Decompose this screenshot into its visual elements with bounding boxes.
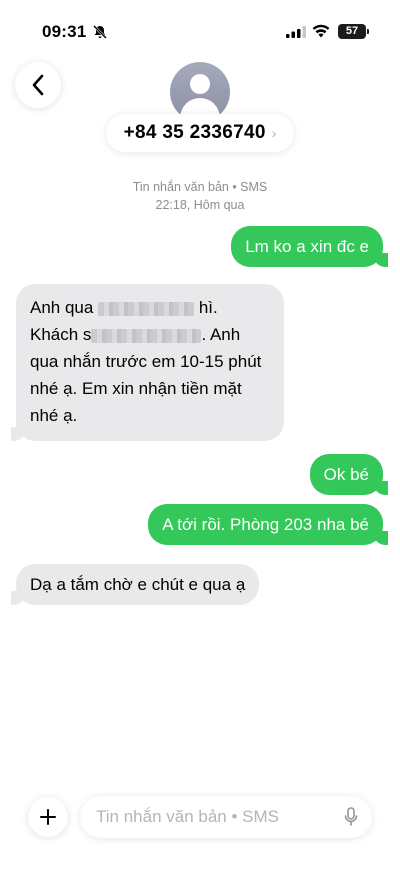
battery-icon: 57 [338, 24, 369, 39]
message-text: hì. [198, 298, 218, 317]
message-bubble-outgoing[interactable]: A tới rồi. Phòng 203 nha bé [148, 504, 388, 545]
contact-avatar-icon[interactable] [170, 62, 230, 122]
message-type-label: Tin nhắn văn bản • SMS [132, 180, 268, 194]
message-bubble-outgoing[interactable]: Lm ko a xin đc e [231, 226, 388, 267]
mic-icon[interactable] [344, 807, 358, 827]
plus-icon [40, 809, 56, 825]
redacted-text [91, 328, 202, 343]
signal-icon [286, 26, 306, 38]
back-button[interactable] [15, 62, 61, 108]
back-chevron-icon [32, 74, 44, 96]
message-bubble-incoming[interactable]: Anh qua hì. Khách s. Anh qua nhắn trước … [11, 284, 284, 441]
contact-number: +84 35 2336740 [123, 122, 266, 143]
message-input[interactable] [96, 796, 336, 838]
status-time: 09:31 [42, 22, 87, 41]
message-bubble-incoming[interactable]: Dạ a tắm chờ e chút e qua ạ [10, 564, 260, 605]
contact-details-button[interactable]: +84 35 2336740 › [106, 114, 294, 152]
message-text: Khách s [30, 325, 92, 344]
bell-off-icon [93, 25, 107, 39]
avatar-head [190, 74, 210, 94]
message-timestamp: 22:18, Hôm qua [155, 198, 245, 212]
message-text: Anh qua [30, 298, 94, 317]
chevron-right-icon: › [271, 125, 277, 141]
status-bar: 09:31 57 [0, 0, 400, 56]
wifi-icon [312, 24, 330, 38]
redacted-text [98, 301, 195, 316]
add-attachment-button[interactable] [28, 797, 68, 837]
message-input-container[interactable] [80, 796, 372, 838]
message-bubble-outgoing[interactable]: Ok bé [309, 454, 389, 495]
